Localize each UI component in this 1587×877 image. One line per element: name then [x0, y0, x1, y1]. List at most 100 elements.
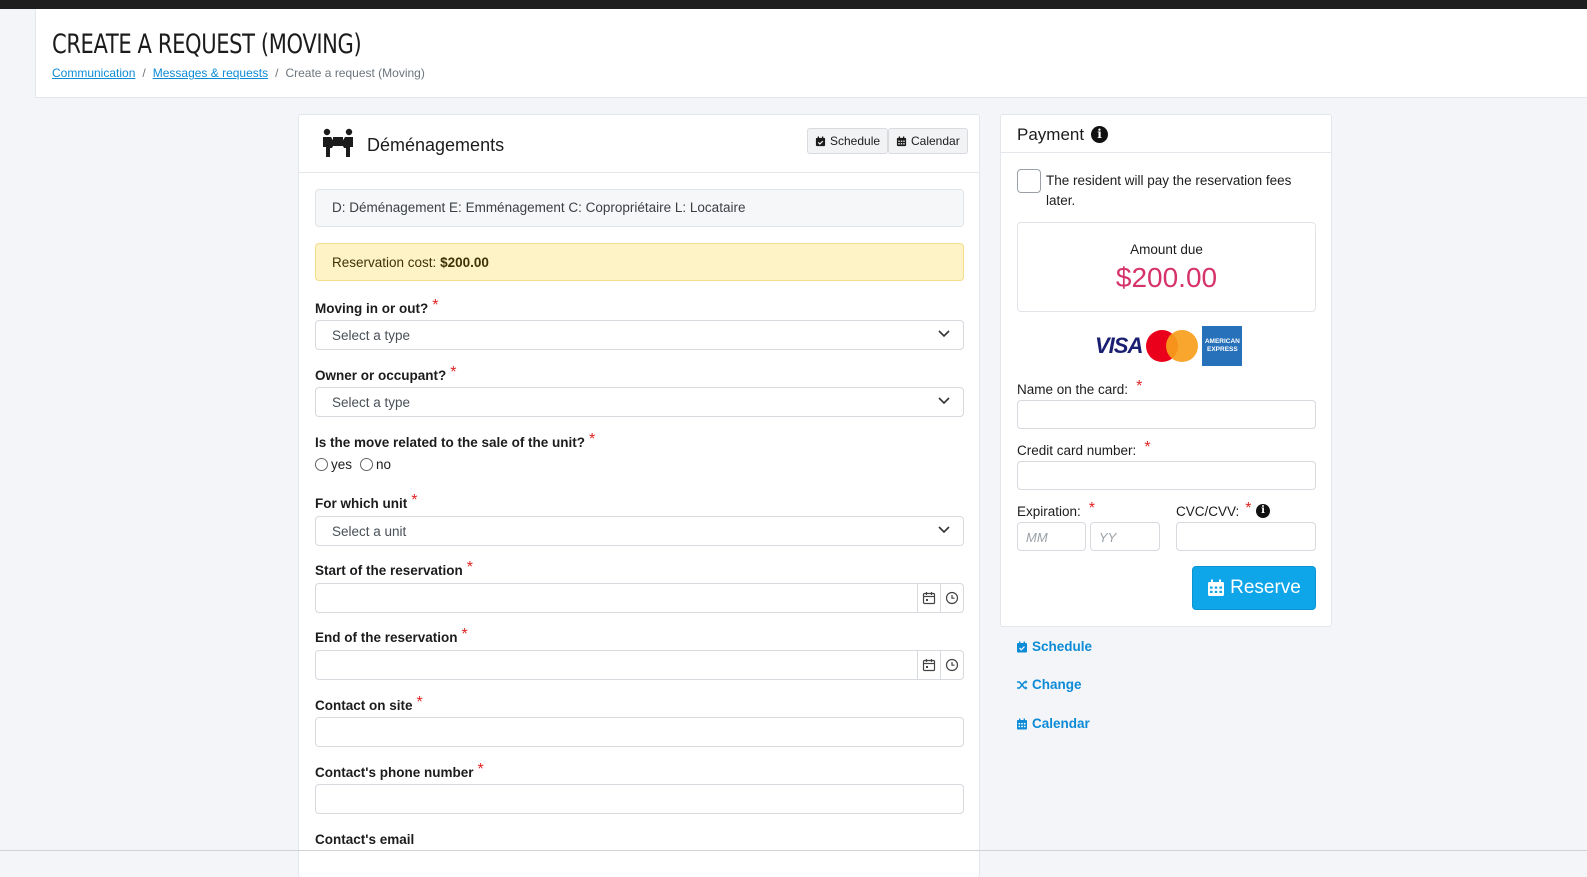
contact-phone-input[interactable] [315, 784, 964, 814]
expiration-label-text: Expiration: [1017, 504, 1081, 519]
breadcrumb-messages-link[interactable]: Messages & requests [153, 66, 268, 80]
end-date-picker-button[interactable] [917, 651, 940, 679]
reservation-cost-value: $200.00 [440, 255, 489, 270]
expiration-month-input[interactable]: MM [1017, 522, 1086, 551]
chevron-down-icon [938, 397, 950, 405]
expiration-year-input[interactable]: YY [1090, 522, 1160, 551]
reservation-end-input[interactable] [315, 650, 964, 680]
calendar-button[interactable]: Calendar [888, 128, 968, 154]
end-time-picker-button[interactable] [940, 651, 963, 679]
clock-icon [945, 658, 959, 672]
amount-due-box: Amount due $200.00 [1017, 222, 1316, 312]
reservation-start-input[interactable] [315, 583, 964, 613]
sale-yes-radio[interactable]: yes [315, 457, 352, 472]
unit-label-text: For which unit [315, 496, 408, 511]
accepted-cards: VISA AMERICAN EXPRESS [1095, 326, 1243, 366]
calendar-check-icon [815, 135, 826, 146]
pay-later-checkbox[interactable] [1017, 169, 1041, 193]
cvc-info-icon[interactable]: i [1256, 504, 1270, 518]
contact-on-site-label-text: Contact on site [315, 698, 413, 713]
required-asterisk: * [1136, 378, 1143, 395]
reservation-start-label-text: Start of the reservation [315, 563, 463, 578]
cvc-label-text: CVC/CVV: [1176, 504, 1240, 519]
card-name-label-text: Name on the card: [1017, 382, 1129, 397]
reservation-cost-alert: Reservation cost: $200.00 [315, 243, 964, 281]
chevron-down-icon [938, 330, 950, 338]
reserve-button-label: Reserve [1230, 577, 1301, 598]
required-asterisk: * [589, 431, 596, 448]
radio-circle[interactable] [315, 458, 328, 471]
breadcrumb-communication-link[interactable]: Communication [52, 66, 135, 80]
reservation-end-label-text: End of the reservation [315, 630, 458, 645]
side-schedule-link[interactable]: Schedule [1016, 639, 1092, 654]
owner-occupant-label: Owner or occupant? * [315, 364, 457, 385]
payment-card-header: Payment i [1001, 115, 1331, 153]
required-asterisk: * [411, 492, 418, 509]
sale-no-radio[interactable]: no [360, 457, 391, 472]
reservation-start-label: Start of the reservation * [315, 559, 474, 580]
contact-on-site-label: Contact on site * [315, 694, 423, 715]
card-number-label: Credit card number: * [1017, 439, 1151, 460]
calendar-icon [1208, 579, 1225, 596]
start-time-picker-button[interactable] [940, 584, 963, 612]
sale-related-label: Is the move related to the sale of the u… [315, 431, 596, 452]
visa-logo: VISA [1095, 333, 1143, 358]
request-form-card: Déménagements Schedule Calendar D: Démén… [298, 114, 980, 877]
start-date-picker-button[interactable] [917, 584, 940, 612]
required-asterisk: * [1144, 439, 1151, 456]
side-change-link[interactable]: Change [1016, 677, 1082, 692]
form-card-header: Déménagements Schedule Calendar [299, 115, 979, 173]
owner-occupant-select[interactable]: Select a type [315, 387, 964, 417]
sale-no-label: no [376, 457, 392, 472]
shuffle-icon [1017, 679, 1028, 690]
chevron-down-icon [938, 526, 950, 534]
calendar-icon [896, 135, 907, 146]
moving-type-label-text: Moving in or out? [315, 301, 429, 316]
sale-related-radio-group: yes no [315, 457, 391, 472]
form-title: Déménagements [367, 135, 505, 155]
contact-on-site-input[interactable] [315, 717, 964, 747]
pay-later-label: The resident will pay the reservation fe… [1046, 173, 1292, 208]
breadcrumb-current: Create a request (Moving) [285, 66, 425, 80]
calendar-button-label: Calendar [911, 134, 960, 148]
side-schedule-label: Schedule [1032, 639, 1093, 654]
calendar-icon [922, 592, 936, 605]
moving-people-icon [323, 128, 353, 157]
card-name-input[interactable] [1017, 400, 1316, 429]
moving-type-select-value: Select a type [332, 328, 411, 343]
calendar-icon [1017, 718, 1027, 729]
moving-type-select[interactable]: Select a type [315, 320, 964, 350]
required-asterisk: * [466, 559, 474, 576]
unit-select[interactable]: Select a unit [315, 516, 964, 546]
cvc-label: CVC/CVV: * [1176, 500, 1252, 521]
radio-circle[interactable] [360, 458, 374, 471]
expiration-label: Expiration: * [1017, 500, 1095, 521]
required-asterisk: * [1245, 500, 1252, 517]
reserve-button[interactable]: Reserve [1192, 566, 1316, 610]
payment-info-icon[interactable]: i [1091, 126, 1108, 143]
amount-due-label: Amount due [1130, 242, 1203, 257]
mastercard-logo [1146, 329, 1199, 363]
reservation-end-label: End of the reservation * [315, 626, 468, 647]
breadcrumb-separator: / [275, 66, 279, 80]
side-calendar-label: Calendar [1032, 716, 1090, 731]
schedule-button-label: Schedule [830, 134, 881, 148]
payment-card: Payment i The resident will pay the rese… [1000, 114, 1332, 627]
cvc-input[interactable] [1176, 522, 1316, 551]
calendar-icon [922, 659, 936, 672]
moving-type-label: Moving in or out? * [315, 297, 439, 318]
required-asterisk: * [450, 364, 457, 381]
payment-title: Payment [1017, 125, 1085, 144]
amex-logo: AMERICAN EXPRESS [1202, 326, 1243, 366]
card-number-label-text: Credit card number: [1017, 443, 1137, 458]
contact-phone-label-text: Contact's phone number [315, 765, 474, 780]
side-calendar-link[interactable]: Calendar [1016, 716, 1090, 731]
owner-occupant-label-text: Owner or occupant? [315, 368, 447, 383]
page-title: CREATE A REQUEST (MOVING) [52, 29, 362, 60]
card-number-input[interactable] [1017, 461, 1316, 490]
schedule-button[interactable]: Schedule [807, 128, 889, 154]
amount-due-value: $200.00 [1115, 262, 1218, 293]
required-asterisk: * [432, 297, 439, 314]
card-name-label: Name on the card: * [1017, 378, 1143, 399]
mastercard-circle-orange [1166, 330, 1199, 362]
